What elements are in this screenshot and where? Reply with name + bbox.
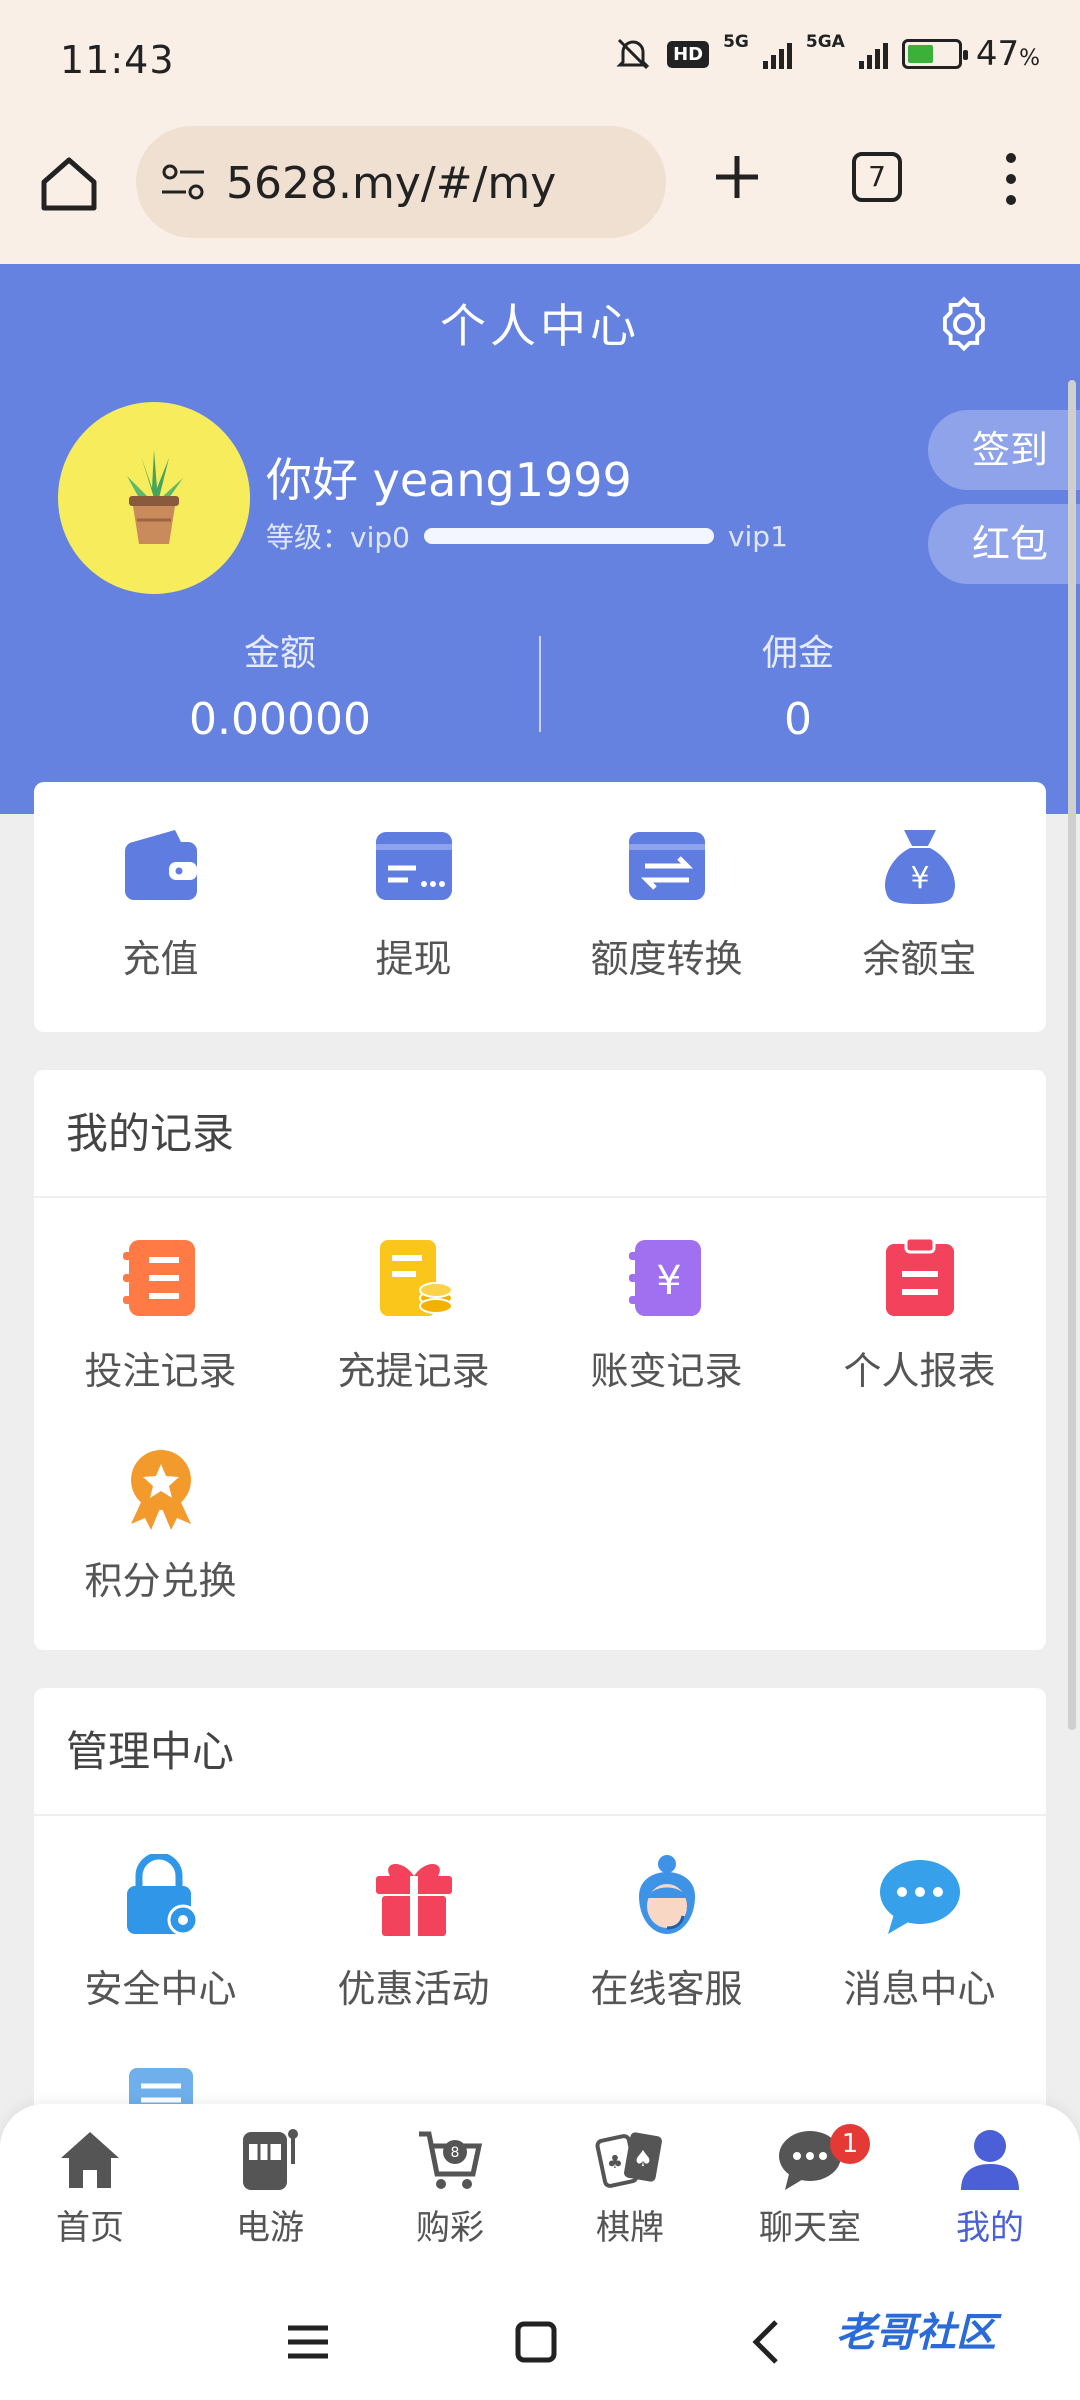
battery-percent: 47% (975, 34, 1040, 74)
browser-toolbar: 5628.my/#/my 7 (0, 122, 1080, 264)
commission-label: 佣金 (761, 633, 834, 674)
commission-stat: 佣金 0 (598, 624, 998, 745)
wallet-icon (124, 830, 197, 900)
username-greeting: 你好 yeang1999 (266, 453, 632, 507)
svg-text:¥: ¥ (910, 861, 929, 896)
bottom-nav: 首页 电游 8 购彩 ♠ ♣ 棋牌 1 聊天室 我的 (0, 2104, 1080, 2284)
deposit-record-icon (379, 1240, 453, 1316)
online-support-button[interactable]: 在线客服 (540, 1816, 793, 2026)
nav-chat-room[interactable]: 1 聊天室 (720, 2104, 900, 2284)
network-label-1: 5G (723, 32, 749, 52)
transfer-icon (628, 832, 705, 900)
balance-stat: 金额 0.00000 (80, 624, 480, 745)
my-records-card: 我的记录 投注记录 充提记录 ¥ 账变记录 个人报表 积分兑换 (34, 1070, 1046, 1650)
bell-off-icon (616, 38, 650, 70)
points-medal-icon (130, 1450, 191, 1530)
report-icon (885, 1236, 954, 1316)
yuebao-button[interactable]: ¥ 余额宝 (793, 782, 1046, 1032)
gear-icon[interactable] (934, 294, 994, 354)
url-text[interactable]: 5628.my/#/my (226, 158, 556, 209)
page-scrollbar[interactable] (1068, 380, 1076, 1730)
svg-text:¥: ¥ (656, 1258, 681, 1304)
nav-cards[interactable]: ♠ ♣ 棋牌 (540, 2104, 720, 2284)
message-center-button[interactable]: 消息中心 (793, 1816, 1046, 2026)
sign-in-button[interactable]: 签到 (928, 410, 1080, 490)
recharge-button[interactable]: 充值 (34, 782, 287, 1032)
battery-icon (901, 39, 968, 69)
withdraw-button[interactable]: 提现 (287, 782, 540, 1032)
card-icon (375, 832, 452, 900)
chat-bubble-icon (879, 1860, 960, 1934)
status-bar: 11:43 HD 5G 5GA 47% (0, 0, 1080, 122)
potted-plant-icon (127, 450, 183, 544)
home-icon (61, 2132, 119, 2188)
deposit-record-button[interactable]: 充提记录 (287, 1198, 540, 1408)
signal-icon-2 (858, 39, 888, 69)
vip-level: 等级：vip0 vip1 (266, 516, 788, 556)
system-nav-bar: 老哥社区 (0, 2284, 1080, 2400)
commission-value: 0 (784, 694, 812, 745)
svg-text:8: 8 (451, 2145, 460, 2161)
nav-my[interactable]: 我的 (900, 2104, 1080, 2284)
profile-icon (961, 2130, 1019, 2190)
back-icon[interactable] (740, 2314, 796, 2370)
slot-machine-icon (243, 2129, 298, 2190)
nav-egames[interactable]: 电游 (180, 2104, 360, 2284)
lock-gear-icon (126, 1854, 198, 1936)
records-title: 我的记录 (34, 1070, 1046, 1198)
points-exchange-button[interactable]: 积分兑换 (34, 1408, 287, 1618)
transfer-button[interactable]: 额度转换 (540, 782, 793, 1032)
balance-label: 金额 (243, 633, 316, 674)
account-change-record-button[interactable]: ¥ 账变记录 (540, 1198, 793, 1408)
support-agent-icon (638, 1855, 695, 1934)
hd-badge: HD (667, 40, 710, 68)
page-title: 个人中心 (440, 299, 640, 353)
address-bar[interactable]: 5628.my/#/my (136, 126, 666, 238)
red-packet-button[interactable]: 红包 (928, 504, 1080, 584)
level-progress-bar (423, 528, 714, 544)
balance-value: 0.00000 (189, 694, 371, 745)
bet-record-icon (122, 1240, 195, 1316)
watermark-logo: 老哥社区 (836, 2310, 996, 2356)
lottery-cart-icon: 8 (419, 2131, 483, 2189)
nav-home[interactable]: 首页 (0, 2104, 180, 2284)
tab-switcher-button[interactable]: 7 (852, 152, 902, 202)
network-label-2: 5GA (805, 32, 845, 52)
money-bag-icon: ¥ (884, 830, 955, 904)
chat-unread-badge: 1 (830, 2124, 870, 2164)
management-title: 管理中心 (34, 1688, 1046, 1816)
level-label: 等级：vip0 (266, 521, 410, 554)
new-tab-icon[interactable] (712, 152, 762, 202)
cards-icon: ♠♣ (595, 2132, 662, 2188)
gift-icon (375, 1863, 452, 1936)
quick-actions-card: 充值 提现 额度转换 ¥ 余额宝 (34, 782, 1046, 1032)
home-button-icon[interactable] (508, 2314, 564, 2370)
profile-header: 个人中心 你好 yeang1999 等级：vip0 vip1 签到 红包 金额 … (0, 264, 1080, 814)
promotions-button[interactable]: 优惠活动 (287, 1816, 540, 2026)
status-icons: HD 5G 5GA 47% (613, 32, 1040, 74)
home-icon[interactable] (36, 150, 102, 216)
bet-record-button[interactable]: 投注记录 (34, 1198, 287, 1408)
level-next: vip1 (727, 519, 788, 553)
svg-text:♠: ♠ (633, 2147, 653, 2172)
recent-apps-icon[interactable] (280, 2314, 336, 2370)
signal-icon (762, 39, 792, 69)
account-change-icon: ¥ (628, 1240, 701, 1316)
stat-divider (539, 636, 541, 732)
security-center-button[interactable]: 安全中心 (34, 1816, 287, 2026)
management-card: 管理中心 安全中心 优惠活动 在线客服 消息中心 (34, 1688, 1046, 2158)
status-time: 11:43 (60, 38, 175, 82)
nav-lottery[interactable]: 8 购彩 (360, 2104, 540, 2284)
svg-text:♣: ♣ (607, 2152, 623, 2173)
site-settings-icon[interactable] (160, 162, 206, 202)
more-menu-icon[interactable] (996, 150, 1026, 208)
personal-report-button[interactable]: 个人报表 (793, 1198, 1046, 1408)
avatar[interactable] (58, 402, 250, 594)
